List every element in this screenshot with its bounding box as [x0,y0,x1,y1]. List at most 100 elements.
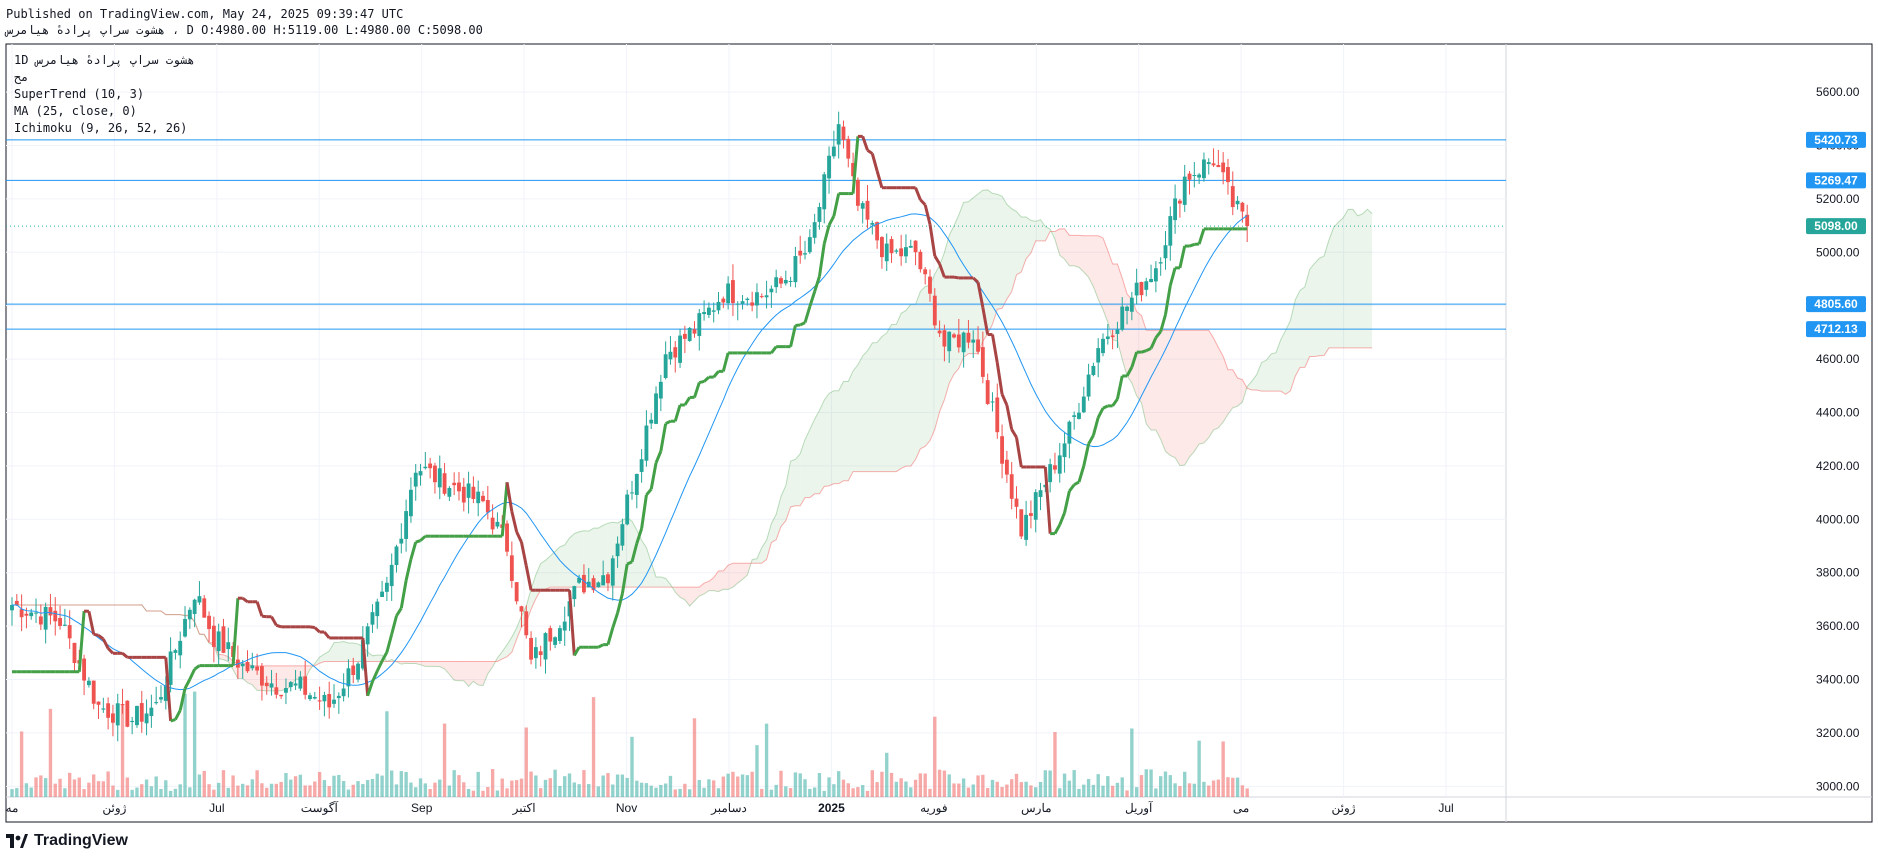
tradingview-brand[interactable]: TradingView [6,832,128,850]
candle-body[interactable] [168,651,173,685]
candle-body[interactable] [745,298,750,300]
candle-body[interactable] [1105,336,1110,340]
candle-body[interactable] [1206,162,1211,165]
candle-body[interactable] [58,618,62,626]
candle-body[interactable] [38,616,43,625]
candle-body[interactable] [461,486,466,503]
candle-body[interactable] [783,279,788,284]
candle-body[interactable] [447,487,452,497]
candle-body[interactable] [144,713,149,724]
candle-body[interactable] [620,524,625,546]
candle-body[interactable] [130,720,135,723]
candle-body[interactable] [697,313,702,337]
candle-body[interactable] [1134,282,1139,296]
candle-body[interactable] [904,247,908,257]
candle-body[interactable] [346,668,351,687]
candle-body[interactable] [62,624,67,626]
candle-body[interactable] [538,651,543,656]
candle-body[interactable] [433,465,437,483]
candle-body[interactable] [846,138,851,159]
candle-body[interactable] [91,680,96,704]
candle-body[interactable] [452,482,457,486]
candle-body[interactable] [389,564,394,587]
candle-body[interactable] [279,694,284,697]
candle-body[interactable] [336,695,341,699]
candle-body[interactable] [913,240,918,253]
candle-body[interactable] [1086,374,1091,397]
candle-body[interactable] [1177,200,1182,204]
candle-body[interactable] [274,687,279,695]
candle-body[interactable] [437,468,442,488]
candle-body[interactable] [572,586,577,600]
candle-body[interactable] [880,237,884,258]
candle-body[interactable] [692,329,697,334]
candle-body[interactable] [1168,216,1173,246]
candle-body[interactable] [442,473,447,494]
candle-body[interactable] [264,682,269,687]
candle-body[interactable] [384,582,389,592]
candle-body[interactable] [947,331,952,352]
candle-body[interactable] [308,695,312,700]
candle-body[interactable] [14,600,19,605]
candle-body[interactable] [1144,281,1149,290]
candle-body[interactable] [706,307,711,315]
candle-body[interactable] [735,303,740,305]
candle-body[interactable] [807,237,812,253]
candle-body[interactable] [956,334,961,348]
candle-body[interactable] [769,288,774,293]
candle-body[interactable] [293,683,298,686]
candle-body[interactable] [1004,459,1009,475]
candle-body[interactable] [682,333,687,339]
candle-body[interactable] [524,611,529,636]
candle-body[interactable] [817,206,822,222]
candle-body[interactable] [961,332,966,353]
candle-body[interactable] [1077,412,1081,419]
candle-body[interactable] [159,697,163,700]
candle-body[interactable] [1053,465,1057,470]
candle-body[interactable] [793,256,798,283]
candle-body[interactable] [485,500,490,513]
candle-body[interactable] [1019,509,1024,537]
candle-body[interactable] [1129,297,1134,312]
candle-body[interactable] [548,628,553,642]
candle-body[interactable] [1120,306,1125,330]
candle-body[interactable] [327,694,332,708]
candle-body[interactable] [630,492,634,494]
candle-body[interactable] [995,397,1000,433]
candle-body[interactable] [312,696,317,699]
candle-body[interactable] [29,612,34,617]
candle-body[interactable] [1057,455,1062,474]
candle-body[interactable] [1153,268,1158,282]
candle-body[interactable] [255,666,260,671]
candle-body[interactable] [644,425,649,461]
candle-body[interactable] [928,276,932,294]
candle-body[interactable] [899,248,904,257]
candle-body[interactable] [356,663,360,680]
candle-body[interactable] [812,222,817,238]
candle-body[interactable] [1187,173,1192,180]
candle-body[interactable] [408,489,413,517]
candle-body[interactable] [855,179,860,206]
candle-body[interactable] [86,680,91,686]
candle-body[interactable] [96,701,101,705]
candle-body[interactable] [428,463,433,469]
candle-body[interactable] [615,543,620,557]
candle-body[interactable] [923,269,928,275]
candle-body[interactable] [514,582,519,602]
candle-body[interactable] [471,486,476,499]
candle-body[interactable] [154,702,159,704]
candle-body[interactable] [1226,167,1230,183]
candle-body[interactable] [519,606,524,612]
candle-body[interactable] [413,472,418,487]
candle-body[interactable] [106,703,111,718]
candle-body[interactable] [187,609,192,620]
candle-body[interactable] [942,330,947,347]
candle-body[interactable] [505,523,509,552]
candle-body[interactable] [759,296,764,298]
candle-body[interactable] [937,330,942,334]
candle-body[interactable] [894,250,899,252]
price-chart[interactable]: 3000.00 3200.00 3400.00 3600.00 3800.00 4000.… [0,0,1878,858]
candle-body[interactable] [740,301,745,304]
candle-body[interactable] [139,703,144,722]
candle-body[interactable] [721,298,726,303]
